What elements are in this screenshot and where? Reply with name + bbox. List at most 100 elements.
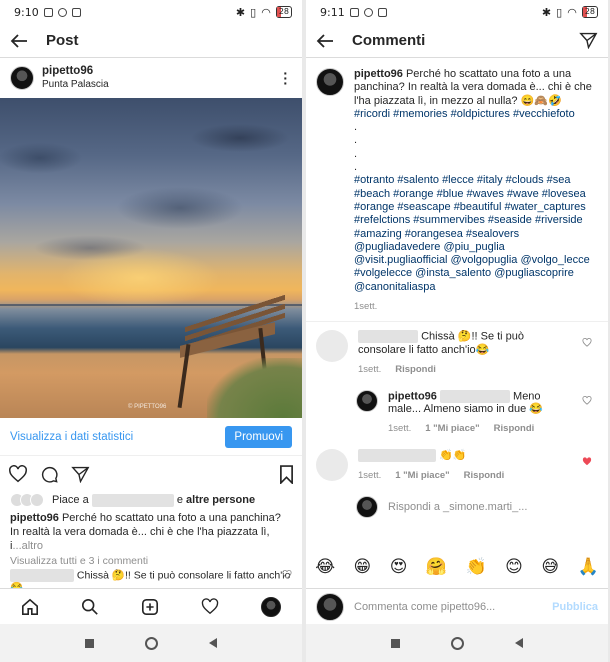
emoji-button[interactable]: 😍 — [390, 557, 408, 577]
redacted-username — [91, 493, 174, 507]
bluetooth-icon: ✱ — [235, 5, 246, 19]
likes-prefix: Piace a — [52, 494, 89, 506]
battery-indicator: 28 — [275, 6, 292, 18]
reply-username[interactable]: pipetto96 — [388, 390, 437, 402]
post-photo[interactable]: © PIPETTO96 — [0, 98, 302, 418]
publish-button[interactable]: Pubblica — [552, 601, 598, 613]
hashtags-second[interactable]: #otranto #salento #lecce #italy #clouds … — [354, 174, 598, 294]
avatar — [356, 495, 378, 518]
avatar[interactable] — [10, 66, 34, 90]
recent-apps-icon[interactable] — [85, 638, 95, 648]
comment-composer: Commenta come pipetto96... Pubblica — [306, 588, 608, 624]
post-screen: 9:10 ✱ ▯ ◠ 28 Post pipetto96 Punta Palas… — [0, 0, 302, 662]
share-icon[interactable] — [579, 32, 598, 49]
home-button-icon[interactable] — [144, 636, 158, 650]
bottom-navigation — [0, 588, 302, 624]
home-button-icon[interactable] — [450, 636, 464, 650]
wifi-icon: ◠ — [261, 5, 271, 19]
caption-dot: . — [354, 134, 358, 147]
android-navbar — [0, 624, 302, 662]
post-actions — [0, 456, 302, 492]
status-time: 9:11 — [320, 5, 345, 19]
reply-time: 1sett. — [388, 423, 412, 435]
emoji-button[interactable]: 🤗 — [426, 557, 447, 577]
reply-item: pipetto96 Meno male... Almeno siamo in d… — [306, 384, 608, 441]
post-location[interactable]: Punta Palascia — [42, 78, 109, 91]
emoji-button[interactable]: 😅 — [541, 557, 559, 577]
likes-and: e — [176, 494, 183, 506]
caption-username[interactable]: pipetto96 — [354, 68, 403, 80]
notification-icon — [43, 7, 53, 17]
search-icon[interactable] — [81, 598, 99, 616]
new-post-icon[interactable] — [141, 598, 159, 616]
hashtags-first[interactable]: #ricordi #memories #oldpictures #vecchie… — [354, 108, 598, 121]
caption-dot: . — [354, 147, 358, 160]
likes-others[interactable]: altre persone — [186, 494, 255, 506]
comment-icon[interactable] — [40, 465, 59, 484]
avatar[interactable] — [356, 389, 378, 412]
home-icon[interactable] — [21, 598, 39, 616]
battery-indicator: 28 — [581, 6, 598, 18]
comments-screen: 9:11 ✱ ▯ ◠ 28 Commenti pipetto96 Perché … — [306, 0, 608, 662]
caption-dot: . — [354, 161, 358, 174]
commenter-avatar[interactable] — [316, 330, 348, 363]
status-time: 9:10 — [14, 5, 39, 19]
view-all-comments-link[interactable]: Visualizza tutti e 3 i commenti — [0, 553, 302, 569]
commenter-avatar[interactable] — [316, 449, 348, 482]
emoji-button[interactable]: 👏 — [466, 557, 487, 577]
insights-bar: Visualizza i dati statistici Promuovi — [0, 418, 302, 456]
more-options-icon[interactable]: · · · — [279, 66, 292, 90]
likes-line[interactable]: Piace a e altre persone — [0, 492, 302, 508]
caption-username[interactable]: pipetto96 — [10, 512, 59, 524]
emoji-button[interactable]: 😁 — [354, 557, 372, 577]
comment-liked-heart-icon[interactable] — [582, 457, 592, 466]
bookmark-icon[interactable] — [279, 464, 294, 484]
back-button-icon[interactable] — [208, 638, 217, 648]
recent-apps-icon[interactable] — [391, 638, 401, 648]
reply-button[interactable]: Rispondi — [494, 422, 535, 435]
back-arrow-icon[interactable] — [316, 33, 334, 48]
promote-button[interactable]: Promuovi — [225, 425, 292, 448]
emoji-button[interactable]: 😊 — [505, 557, 523, 577]
app-notification-icon — [71, 7, 81, 17]
redacted-username — [358, 330, 418, 344]
reply-button[interactable]: Rispondi — [395, 363, 436, 376]
post-username[interactable]: pipetto96 — [42, 65, 109, 78]
comment-time: 1sett. — [358, 363, 382, 375]
comment-item: Chissà 🤔!! Se ti può consolare li fatto … — [306, 322, 608, 383]
back-arrow-icon[interactable] — [10, 33, 28, 48]
share-icon[interactable] — [71, 466, 90, 483]
avatar — [316, 592, 344, 621]
view-insights-link[interactable]: Visualizza i dati statistici — [10, 431, 133, 443]
alarm-icon — [57, 7, 67, 17]
reply-to-row[interactable]: Rispondi a _simone.marti_... — [306, 490, 608, 524]
comment-like-icon[interactable] — [582, 395, 592, 405]
comment-likes-count[interactable]: 1 "Mi piace" — [395, 469, 449, 482]
notification-icon — [349, 7, 359, 17]
app-notification-icon — [377, 7, 387, 17]
reply-button[interactable]: Rispondi — [464, 469, 505, 482]
photo-sun-glow — [60, 248, 220, 308]
original-caption: pipetto96 Perché ho scattato una foto a … — [306, 58, 608, 323]
comment-like-icon[interactable] — [282, 570, 292, 579]
heart-icon[interactable] — [8, 465, 28, 483]
status-bar: 9:10 ✱ ▯ ◠ 28 — [0, 0, 302, 24]
emoji-quick-bar: 😂 😁 😍 🤗 👏 😊 😅 🙏 — [306, 552, 608, 582]
redacted-username — [439, 389, 510, 403]
page-title: Post — [46, 32, 79, 49]
activity-heart-icon[interactable] — [201, 598, 219, 615]
vibrate-icon: ▯ — [556, 5, 563, 19]
reply-likes-count[interactable]: 1 "Mi piace" — [425, 422, 479, 435]
comment-like-icon[interactable] — [582, 338, 592, 348]
comment-time: 1sett. — [358, 469, 382, 481]
avatar[interactable] — [316, 68, 344, 96]
back-button-icon[interactable] — [514, 638, 523, 648]
comment-input[interactable]: Commenta come pipetto96... — [354, 601, 542, 613]
emoji-button[interactable]: 😂 — [315, 557, 335, 577]
emoji-button[interactable]: 🙏 — [578, 557, 599, 577]
caption-time: 1sett. — [354, 301, 378, 313]
caption-more-link[interactable]: ...altro — [12, 540, 43, 552]
wifi-icon: ◠ — [567, 5, 577, 19]
profile-tab-avatar[interactable] — [261, 596, 281, 617]
reply-to-label: Rispondi a _simone.marti_... — [388, 500, 528, 513]
